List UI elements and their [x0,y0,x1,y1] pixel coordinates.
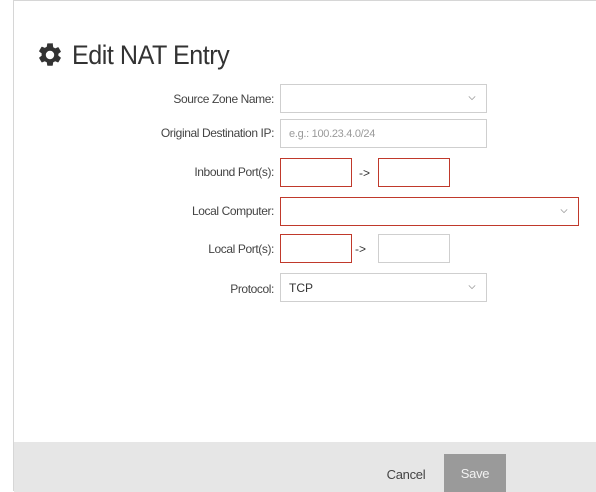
local-port-separator: -> [355,242,367,256]
gear-icon [39,43,61,66]
source-zone-label: Source Zone Name: [173,92,274,106]
chevron-down-icon [560,209,568,214]
protocol-value: TCP [289,280,313,295]
cancel-button[interactable]: Cancel [376,459,436,489]
save-button[interactable]: Save [444,454,506,492]
original-dest-ip-label: Original Destination IP: [160,126,275,140]
dialog-footer: Cancel Save [14,442,596,492]
dialog-header: Edit NAT Entry [36,35,241,75]
original-dest-ip-placeholder: e.g.: 100.23.4.0/24 [289,127,376,140]
inbound-ports-label: Inbound Port(s): [194,165,274,179]
protocol-select[interactable]: TCP [280,273,487,302]
dialog-title: Edit NAT Entry [72,39,230,70]
source-zone-select[interactable] [280,84,487,113]
local-computer-label: Local Computer: [191,204,274,218]
local-computer-select[interactable] [280,197,579,226]
edit-nat-dialog: Edit NAT Entry Source Zone Name: Origina… [13,0,596,492]
inbound-port-to-input[interactable] [378,158,450,187]
inbound-port-from-input[interactable] [280,158,352,187]
local-ports-label: Local Port(s): [208,242,274,256]
protocol-label: Protocol: [230,282,274,296]
inbound-port-separator: -> [359,166,371,180]
chevron-down-icon [468,285,476,290]
chevron-down-icon [468,96,476,101]
local-port-from-input[interactable] [280,234,352,263]
local-port-to-input[interactable] [378,234,450,263]
original-dest-ip-input[interactable]: e.g.: 100.23.4.0/24 [280,119,487,148]
